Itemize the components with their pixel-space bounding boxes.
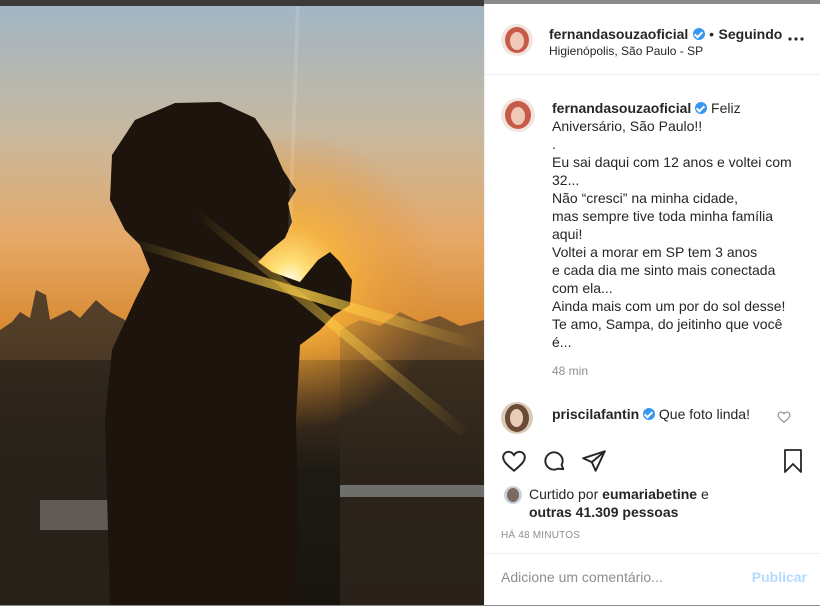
caption-line: aqui! xyxy=(552,226,583,242)
verified-badge-icon xyxy=(643,408,656,420)
caption-line: com ela... xyxy=(552,280,613,296)
comment-username[interactable]: priscilafantin xyxy=(552,406,639,422)
bookmark-icon[interactable] xyxy=(781,448,805,474)
comment-like-icon[interactable] xyxy=(777,410,791,424)
author-avatar[interactable] xyxy=(501,24,533,56)
post-details-panel: fernandasouzaoficial • Seguindo Higienóp… xyxy=(484,4,820,605)
caption-line: Ainda mais com um por do sol desse! xyxy=(552,298,786,314)
caption-line: Te amo, Sampa, do jeitinho que você xyxy=(552,316,783,332)
caption-author-avatar[interactable] xyxy=(501,98,535,132)
post-timestamp[interactable]: HÁ 48 MINUTOS xyxy=(501,530,580,541)
likes-summary: Curtido por eumariabetine e xyxy=(529,485,809,503)
caption-line: 32... xyxy=(552,172,580,188)
caption-line: . xyxy=(552,136,556,152)
post-header: fernandasouzaoficial • Seguindo Higienóp… xyxy=(485,4,820,75)
caption-line: mas sempre tive toda minha família xyxy=(552,208,773,224)
header-separator: • xyxy=(709,26,715,42)
likes-count[interactable]: outras 41.309 pessoas xyxy=(529,504,678,520)
comment: priscilafantin Que foto linda! xyxy=(552,405,750,423)
add-comment-bar: Adicione um comentário... Publicar xyxy=(485,553,820,606)
post-caption: fernandasouzaoficial Feliz Aniversário, … xyxy=(552,99,814,378)
publish-button[interactable]: Publicar xyxy=(752,569,807,585)
follow-status-button[interactable]: Seguindo xyxy=(719,26,783,42)
caption-line: Voltei a morar em SP tem 3 anos xyxy=(552,244,758,260)
caption-line: Não “cresci” na minha cidade, xyxy=(552,190,738,206)
liker-username[interactable]: eumariabetine xyxy=(602,486,697,502)
more-options-icon[interactable] xyxy=(787,30,805,48)
caption-line: Feliz xyxy=(711,100,741,116)
likes-prefix: Curtido por xyxy=(529,486,599,502)
caption-line: Eu sai daqui com 12 anos e voltei com xyxy=(552,154,792,170)
post-location[interactable]: Higienópolis, São Paulo - SP xyxy=(549,42,703,60)
comment-text: Que foto linda! xyxy=(658,406,750,422)
caption-line: é... xyxy=(552,334,572,350)
caption-username[interactable]: fernandasouzaoficial xyxy=(552,100,691,116)
caption-line: Aniversário, São Paulo!! xyxy=(552,118,703,134)
comment-input[interactable]: Adicione um comentário... xyxy=(501,569,663,585)
page-top-strip xyxy=(0,0,484,6)
heart-icon[interactable] xyxy=(501,448,527,474)
author-username[interactable]: fernandasouzaoficial xyxy=(549,26,688,42)
verified-badge-icon xyxy=(695,102,708,114)
caption-time[interactable]: 48 min xyxy=(552,364,814,378)
likes-conjunction: e xyxy=(700,486,709,502)
verified-badge-icon xyxy=(692,28,705,40)
share-icon[interactable] xyxy=(581,448,607,474)
liker-avatar[interactable] xyxy=(504,486,522,504)
caption-line: e cada dia me sinto mais conectada xyxy=(552,262,776,278)
post-photo[interactable] xyxy=(0,0,484,605)
comment-icon[interactable] xyxy=(541,448,567,474)
commenter-avatar[interactable] xyxy=(501,402,533,434)
sunset-silhouette-image xyxy=(0,0,484,605)
